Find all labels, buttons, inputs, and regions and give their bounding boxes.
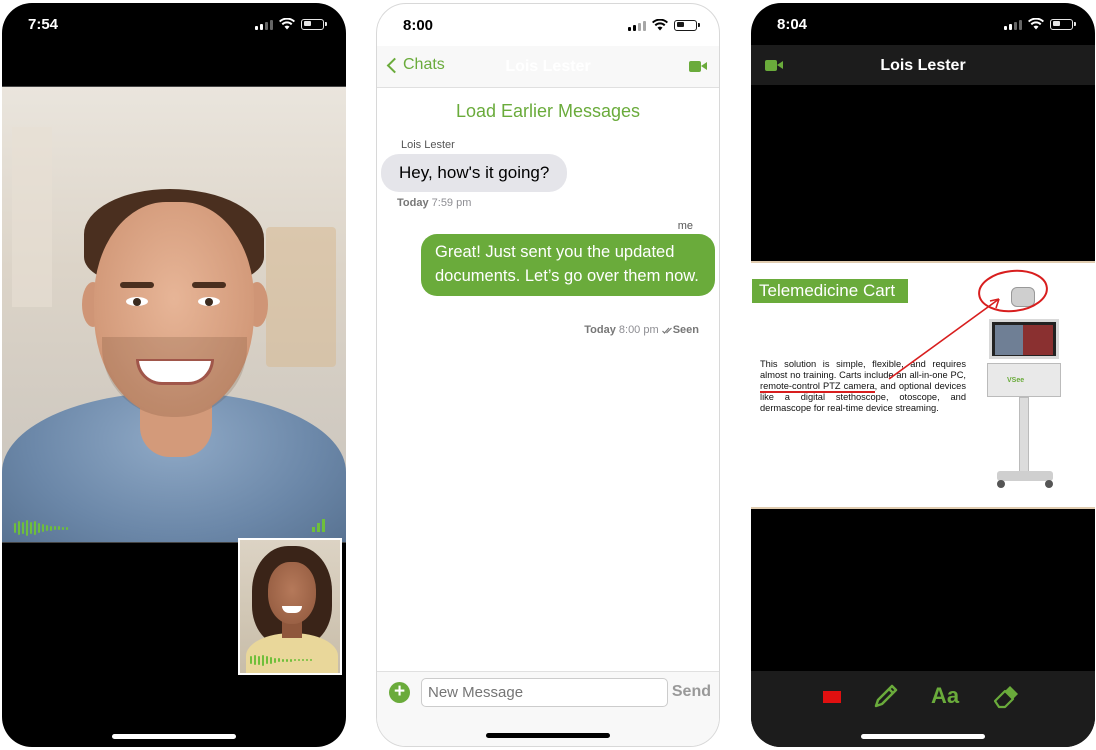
outgoing-timestamp: Today 8:00 pm Seen <box>584 324 699 336</box>
home-indicator[interactable] <box>486 733 610 738</box>
wifi-icon <box>279 18 295 30</box>
pencil-icon[interactable] <box>871 681 901 711</box>
self-view-video[interactable] <box>238 538 342 675</box>
audio-level-icon <box>14 520 68 536</box>
outgoing-message-bubble[interactable]: Great! Just sent you the updated documen… <box>421 234 715 296</box>
eraser-icon[interactable] <box>991 681 1021 711</box>
caller-eye-left <box>126 297 148 306</box>
status-time: 8:00 <box>403 17 434 34</box>
remote-video-feed[interactable] <box>2 86 346 543</box>
load-earlier-button[interactable]: Load Earlier Messages <box>377 101 719 122</box>
annotation-overlay <box>888 269 1048 380</box>
attach-plus-icon[interactable]: + <box>389 682 410 703</box>
cellular-signal-icon <box>255 19 273 30</box>
shared-slide[interactable]: Telemedicine Cart This solution is simpl… <box>751 261 1095 509</box>
color-swatch-icon[interactable] <box>823 691 841 703</box>
screen-share-screen: 8:04 Lois Lester Telemedicine Cart This … <box>751 3 1095 747</box>
background-lamp <box>12 127 52 307</box>
outgoing-day: Today <box>584 324 616 336</box>
incoming-time: 7:59 pm <box>431 197 472 209</box>
status-icons <box>628 19 700 31</box>
battery-icon <box>301 18 327 30</box>
status-time: 8:04 <box>777 16 808 33</box>
incoming-message-bubble[interactable]: Hey, how's it going? <box>381 154 568 192</box>
home-indicator[interactable] <box>861 734 985 739</box>
status-bar: 7:54 <box>2 3 346 45</box>
seen-check-icon <box>661 327 672 334</box>
incoming-timestamp: Today 7:59 pm <box>397 197 471 209</box>
caller-eye-right <box>198 297 220 306</box>
caller-brow-left <box>120 282 154 288</box>
incoming-sender-name: Lois Lester <box>401 139 455 151</box>
chat-nav-bar: Chats Lois Lester <box>377 46 719 88</box>
battery-icon <box>674 19 700 31</box>
caller-brow-right <box>192 282 226 288</box>
background-shelf <box>266 227 336 367</box>
status-time: 7:54 <box>28 16 59 33</box>
share-nav-bar: Lois Lester <box>751 45 1095 85</box>
video-call-screen: 7:54 <box>2 3 346 747</box>
send-button[interactable]: Send <box>672 683 711 701</box>
chat-screen: 8:00 Chats Lois Lester Load Earlier Mess… <box>376 3 720 747</box>
read-status: Seen <box>672 324 699 336</box>
chat-title: Lois Lester <box>505 58 591 75</box>
status-bar: 8:00 <box>377 4 719 46</box>
new-message-input[interactable] <box>421 678 668 707</box>
self-audio-level-icon <box>250 652 312 668</box>
status-icons <box>1004 18 1076 30</box>
wifi-icon <box>652 19 668 31</box>
home-indicator[interactable] <box>112 734 236 739</box>
connection-quality-icon <box>312 519 325 532</box>
wifi-icon <box>1028 18 1044 30</box>
share-title: Lois Lester <box>880 57 966 74</box>
text-tool-button[interactable]: Aa <box>931 683 959 709</box>
cellular-signal-icon <box>628 20 646 31</box>
battery-icon <box>1050 18 1076 30</box>
video-camera-icon[interactable] <box>689 61 707 72</box>
outgoing-time: 8:00 pm <box>618 324 659 336</box>
self-face <box>268 562 316 624</box>
status-icons <box>255 18 327 30</box>
cellular-signal-icon <box>1004 19 1022 30</box>
incoming-day: Today <box>397 197 429 209</box>
outgoing-sender-name: me <box>677 220 693 232</box>
status-bar: 8:04 <box>751 3 1095 45</box>
